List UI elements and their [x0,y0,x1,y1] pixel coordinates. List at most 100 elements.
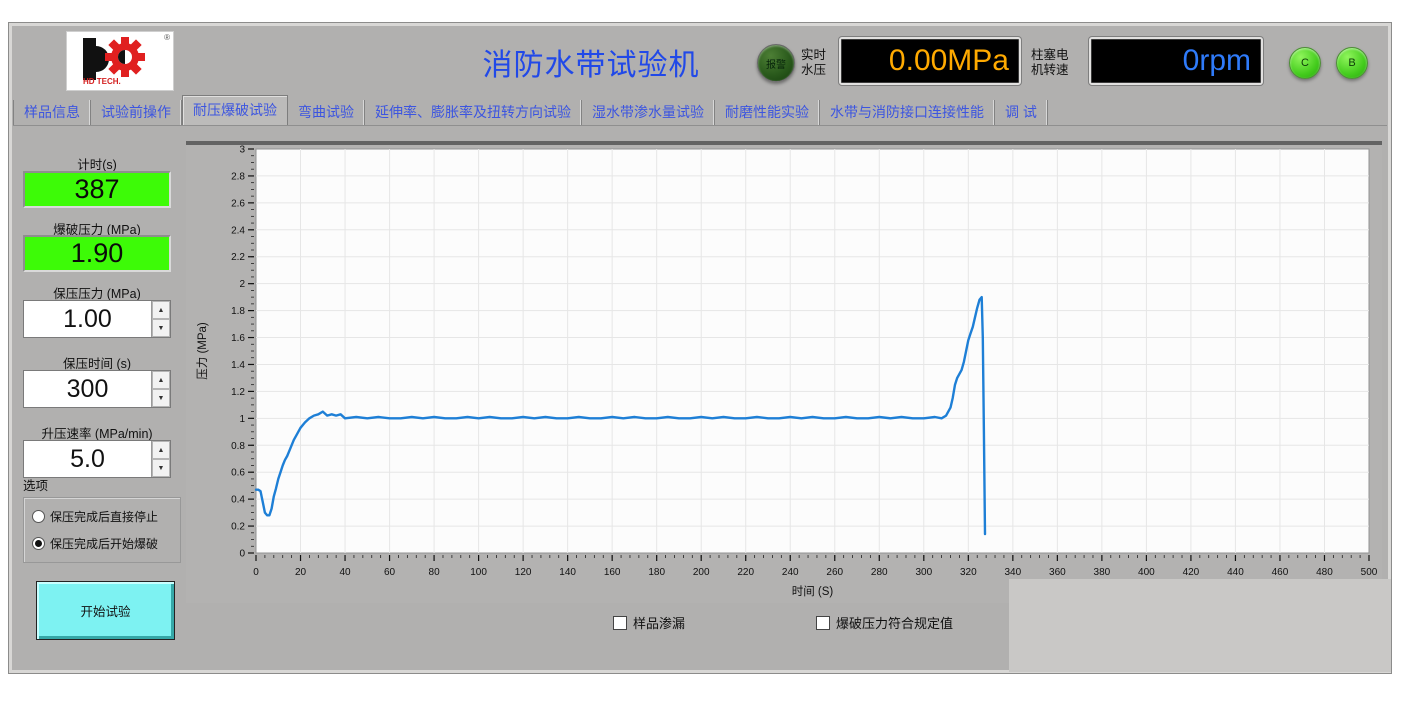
hold-time-field: ▲ ▼ [23,370,171,408]
hold-pressure-input[interactable] [24,301,151,337]
svg-text:500: 500 [1361,567,1378,578]
svg-text:0.4: 0.4 [231,495,245,506]
svg-text:60: 60 [384,567,396,578]
pressure-time-chart: 0 0.2 0.4 0.6 0.8 1 1.2 1.4 1.6 1.8 2 2.2 2.4 2.6 2.8 3… [186,141,1382,603]
burst-pressure-compliant-checkbox-row[interactable]: 爆破压力符合规定值 [816,613,953,632]
svg-text:260: 260 [826,567,843,578]
pressure-time-plot: 0 0.2 0.4 0.6 0.8 1 1.2 1.4 1.6 1.8 2 2.2 2.4 2.6 2.8 3… [186,141,1382,603]
svg-text:120: 120 [515,567,532,578]
svg-text:1.4: 1.4 [231,360,245,371]
svg-text:1: 1 [239,414,245,425]
svg-text:2.4: 2.4 [231,225,245,236]
svg-text:压力 (MPa): 压力 (MPa) [196,322,209,380]
stepper-down-icon[interactable]: ▼ [152,389,170,407]
ramp-rate-input[interactable] [24,441,151,477]
svg-text:300: 300 [915,567,932,578]
svg-text:0: 0 [253,567,259,578]
svg-text:160: 160 [604,567,621,578]
svg-text:180: 180 [648,567,665,578]
ramp-rate-field: ▲ ▼ [23,440,171,478]
radio-stop-after-hold[interactable]: 保压完成后直接停止 [32,508,158,525]
start-test-button[interactable]: 开始试验 [36,581,175,640]
sample-leak-checkbox-row[interactable]: 样品渗漏 [613,613,685,632]
hold-pressure-stepper: ▲ ▼ [151,301,170,337]
svg-text:1.2: 1.2 [231,387,245,398]
svg-text:1.6: 1.6 [231,333,245,344]
svg-text:320: 320 [960,567,977,578]
svg-text:140: 140 [559,567,576,578]
stepper-up-icon[interactable]: ▲ [152,441,170,459]
svg-text:200: 200 [693,567,710,578]
svg-text:420: 420 [1183,567,1200,578]
burst-pressure-display: 1.90 [23,235,171,272]
timer-display: 387 [23,171,171,208]
svg-text:0.2: 0.2 [231,522,245,533]
tab-sample-info[interactable]: 样品信息 [13,100,91,125]
tab-debug[interactable]: 调 试 [995,100,1048,125]
logo-text: HD TECH. [83,77,121,86]
svg-text:480: 480 [1316,567,1333,578]
tab-pre-test-operation[interactable]: 试验前操作 [91,100,182,125]
water-pressure-label: 实时 水压 [801,48,826,78]
app-window: HD TECH. ® 消防水带试验机 报警 实时 水压 0.00MPa 柱塞电 … [8,22,1392,674]
svg-text:80: 80 [429,567,441,578]
gear-logo-icon: HD TECH. [67,32,171,88]
stepper-up-icon[interactable]: ▲ [152,371,170,389]
svg-text:240: 240 [782,567,799,578]
svg-text:3: 3 [239,145,245,156]
svg-text:100: 100 [470,567,487,578]
radio-icon[interactable] [32,537,45,550]
hold-pressure-field: ▲ ▼ [23,300,171,338]
stepper-up-icon[interactable]: ▲ [152,301,170,319]
svg-text:20: 20 [295,567,307,578]
tab-elongation-expansion-twist-test[interactable]: 延伸率、膨胀率及扭转方向试验 [365,100,582,125]
registered-mark: ® [164,33,170,42]
company-logo: HD TECH. ® [66,31,174,91]
alarm-led-indicator: 报警 [757,44,795,82]
checkbox-label: 爆破压力符合规定值 [836,613,953,632]
tab-pressure-burst-test[interactable]: 耐压爆破试验 [182,95,288,125]
svg-text:2.6: 2.6 [231,198,245,209]
svg-text:1.8: 1.8 [231,306,245,317]
water-pressure-display: 0.00MPa [839,37,1021,85]
checkbox-icon[interactable] [816,616,830,630]
radio-burst-after-hold[interactable]: 保压完成后开始爆破 [32,535,158,552]
hold-time-input[interactable] [24,371,151,407]
svg-text:460: 460 [1272,567,1289,578]
ramp-rate-stepper: ▲ ▼ [151,441,170,477]
svg-text:2.8: 2.8 [231,171,245,182]
svg-text:440: 440 [1227,567,1244,578]
radio-label: 保压完成后直接停止 [50,508,158,525]
bottom-right-panel [1009,579,1391,672]
hold-time-stepper: ▲ ▼ [151,371,170,407]
checkbox-label: 样品渗漏 [633,613,685,632]
b-button[interactable]: B [1336,47,1368,79]
svg-text:2: 2 [239,279,245,290]
tab-abrasion-test[interactable]: 耐磨性能实验 [715,100,820,125]
svg-text:220: 220 [737,567,754,578]
page-title: 消防水带试验机 [401,40,781,84]
svg-text:0.8: 0.8 [231,441,245,452]
chart-top-edge [186,141,1382,145]
svg-text:时间 (S): 时间 (S) [792,585,834,598]
stepper-down-icon[interactable]: ▼ [152,319,170,337]
svg-text:340: 340 [1004,567,1021,578]
svg-text:280: 280 [871,567,888,578]
options-groupbox: 保压完成后直接停止 保压完成后开始爆破 [23,497,181,563]
svg-text:380: 380 [1094,567,1111,578]
c-button[interactable]: C [1289,47,1321,79]
svg-text:400: 400 [1138,567,1155,578]
svg-text:40: 40 [339,567,351,578]
svg-text:2.2: 2.2 [231,252,245,263]
tab-bar: 样品信息 试验前操作 耐压爆破试验 弯曲试验 延伸率、膨胀率及扭转方向试验 湿水… [13,96,1387,126]
tab-hose-coupling-connection-test[interactable]: 水带与消防接口连接性能 [820,100,995,125]
options-label: 选项 [23,475,171,494]
svg-text:0: 0 [239,549,245,560]
tab-wet-hose-seepage-test[interactable]: 湿水带渗水量试验 [582,100,715,125]
radio-icon[interactable] [32,510,45,523]
tab-bending-test[interactable]: 弯曲试验 [288,100,365,125]
svg-text:360: 360 [1049,567,1066,578]
checkbox-icon[interactable] [613,616,627,630]
motor-speed-display: 0rpm [1089,37,1263,85]
svg-text:0.6: 0.6 [231,468,245,479]
